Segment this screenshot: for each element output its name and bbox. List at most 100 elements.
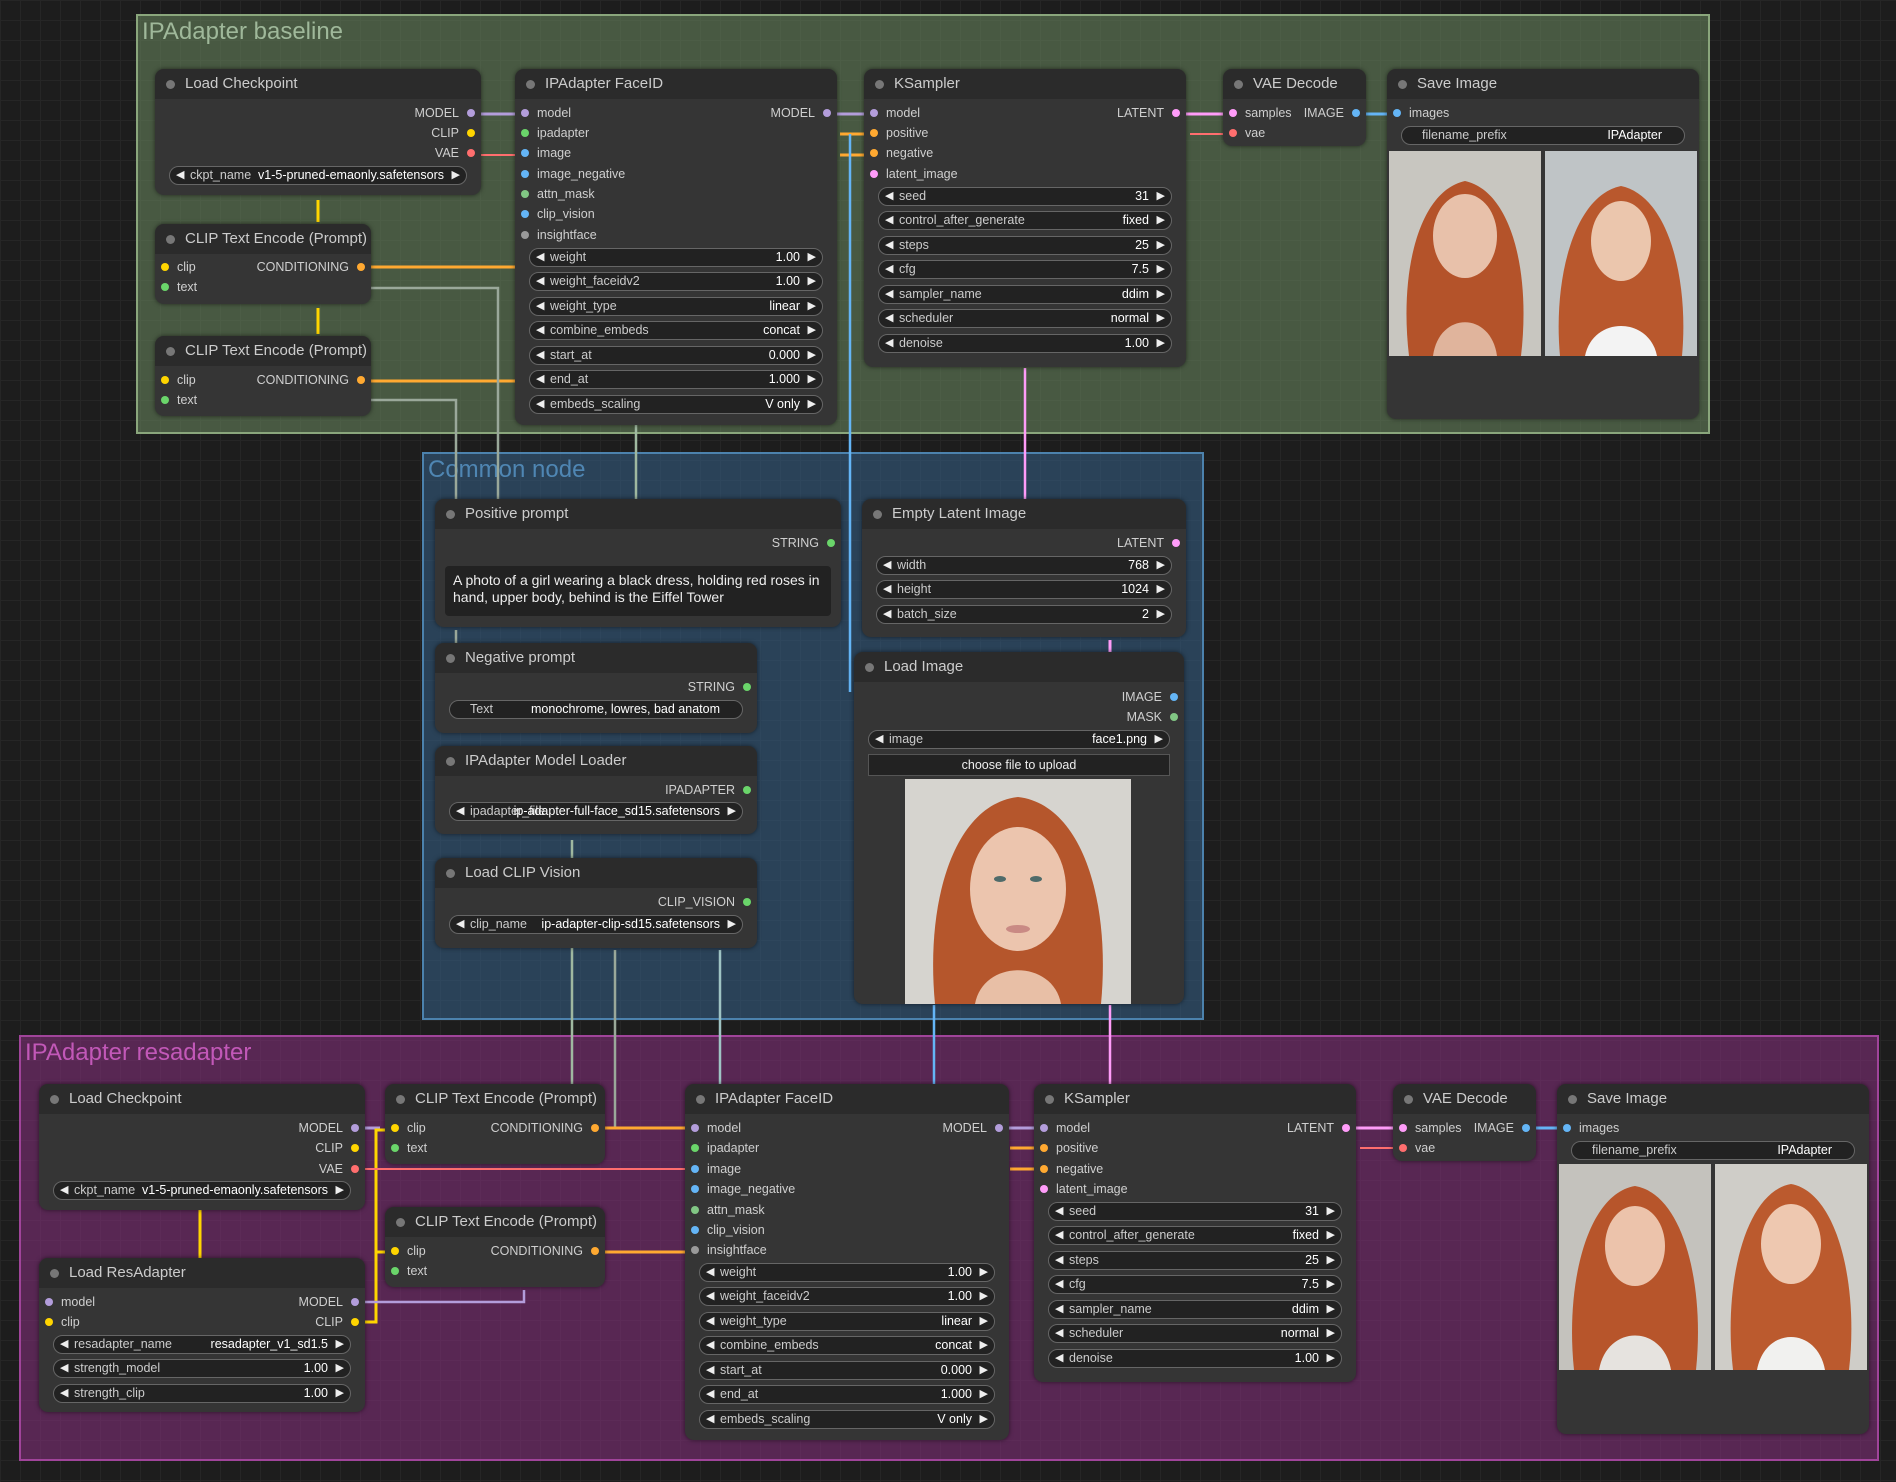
filename-prefix-widget[interactable]: filename_prefix IPAdapter [1571,1141,1855,1160]
arrow-right-icon[interactable]: ▶ [1327,1228,1335,1241]
slot-dot[interactable] [691,1124,699,1132]
arrow-right-icon[interactable]: ▶ [1327,1253,1335,1266]
arrow-left-icon[interactable]: ◀ [1055,1326,1063,1339]
arrow-right-icon[interactable]: ▶ [1327,1277,1335,1290]
input-model[interactable]: model [691,1119,741,1137]
output-ipadapter[interactable]: IPADAPTER [665,781,751,799]
input-text[interactable]: text [391,1139,427,1157]
widget-strength-clip[interactable]: ◀ strength_clip 1.00 ▶ [53,1384,351,1403]
input-negative[interactable]: negative [870,144,933,162]
input-insightface[interactable]: insightface [521,226,597,244]
slot-dot[interactable] [870,109,878,117]
input-attn-mask[interactable]: attn_mask [521,185,595,203]
arrow-right-icon[interactable]: ▶ [1327,1326,1335,1339]
arrow-left-icon[interactable]: ◀ [536,299,544,312]
widget-embeds-scaling[interactable]: ◀ embeds_scaling V only ▶ [699,1410,995,1429]
output-image[interactable]: IMAGE [1122,688,1178,706]
node-ksampler[interactable]: KSampler LATENT model positive negative … [1034,1084,1356,1382]
slot-dot[interactable] [391,1124,399,1132]
node-title[interactable]: Load Image [854,652,1184,682]
node-title[interactable]: Load Checkpoint [39,1084,365,1114]
arrow-right-icon[interactable]: ▶ [1157,607,1165,620]
slot-dot[interactable] [467,109,475,117]
slot-dot[interactable] [351,1144,359,1152]
arrow-right-icon[interactable]: ▶ [1157,336,1165,349]
node-save-image[interactable]: Save Image images filename_prefix IPAdapt… [1557,1084,1869,1434]
slot-dot[interactable] [691,1144,699,1152]
widget-batch-size[interactable]: ◀ batch_size 2 ▶ [876,605,1172,624]
output-conditioning[interactable]: CONDITIONING [257,258,365,276]
widget-embeds-scaling[interactable]: ◀ embeds_scaling V only ▶ [529,395,823,414]
input-clip-vision[interactable]: clip_vision [691,1221,765,1239]
arrow-left-icon[interactable]: ◀ [1055,1351,1063,1364]
output-model[interactable]: MODEL [299,1293,359,1311]
output-string[interactable]: STRING [772,534,835,552]
arrow-left-icon[interactable]: ◀ [60,1361,68,1374]
input-model[interactable]: model [45,1293,95,1311]
output-conditioning[interactable]: CONDITIONING [491,1242,599,1260]
slot-dot[interactable] [870,129,878,137]
output-model[interactable]: MODEL [771,104,831,122]
output-image-preview[interactable] [1715,1164,1867,1370]
node-negative-prompt[interactable]: Negative prompt STRING Text monochrome, l… [435,643,757,733]
node-title[interactable]: Load CLIP Vision [435,858,757,888]
filename-prefix-widget[interactable]: filename_prefix IPAdapter [1401,126,1685,145]
prompt-textarea[interactable]: A photo of a girl wearing a black dress,… [445,566,831,616]
arrow-right-icon[interactable]: ▶ [980,1338,988,1351]
widget-combine-embeds[interactable]: ◀ combine_embeds concat ▶ [699,1336,995,1355]
slot-dot[interactable] [1172,109,1180,117]
output-conditioning[interactable]: CONDITIONING [491,1119,599,1137]
input-positive[interactable]: positive [870,124,928,142]
node-title[interactable]: IPAdapter FaceID [685,1084,1009,1114]
input-model[interactable]: model [521,104,571,122]
arrow-left-icon[interactable]: ◀ [176,168,184,181]
output-clip[interactable]: CLIP [315,1139,359,1157]
arrow-left-icon[interactable]: ◀ [706,1265,714,1278]
output-image-preview[interactable] [1559,1164,1711,1370]
input-clip[interactable]: clip [391,1242,426,1260]
node-save-image[interactable]: Save Image images filename_prefix IPAdapt… [1387,69,1699,419]
slot-dot[interactable] [1342,1124,1350,1132]
arrow-left-icon[interactable]: ◀ [706,1314,714,1327]
widget-steps[interactable]: ◀ steps 25 ▶ [1048,1251,1342,1270]
clip-name-widget[interactable]: ◀ clip_name ip-adapter-clip-sd15.safetenso… [449,915,743,934]
arrow-right-icon[interactable]: ▶ [1157,558,1165,571]
node-title[interactable]: KSampler [1034,1084,1356,1114]
input-clip[interactable]: clip [45,1313,80,1331]
arrow-left-icon[interactable]: ◀ [60,1337,68,1350]
input-ipadapter[interactable]: ipadapter [521,124,589,142]
input-text[interactable]: text [391,1262,427,1280]
node-clip-text-encode[interactable]: CLIP Text Encode (Prompt) clip text COND… [385,1207,605,1287]
arrow-right-icon[interactable]: ▶ [1157,213,1165,226]
input-text[interactable]: text [161,278,197,296]
input-samples[interactable]: samples [1229,104,1292,122]
slot-dot[interactable] [743,683,751,691]
output-latent[interactable]: LATENT [1117,104,1180,122]
output-model[interactable]: MODEL [299,1119,359,1137]
output-clip[interactable]: CLIP [315,1313,359,1331]
arrow-right-icon[interactable]: ▶ [980,1363,988,1376]
slot-dot[interactable] [521,190,529,198]
widget-steps[interactable]: ◀ steps 25 ▶ [878,236,1172,255]
input-ipadapter[interactable]: ipadapter [691,1139,759,1157]
slot-dot[interactable] [1393,109,1401,117]
node-title[interactable]: CLIP Text Encode (Prompt) [385,1207,605,1237]
input-latent-image[interactable]: latent_image [870,165,958,183]
input-clip-vision[interactable]: clip_vision [521,205,595,223]
slot-dot[interactable] [45,1318,53,1326]
node-ipadapter-faceid[interactable]: IPAdapter FaceID MODEL model ipadapter i… [515,69,837,425]
input-clip[interactable]: clip [161,371,196,389]
arrow-right-icon[interactable]: ▶ [728,804,736,817]
slot-dot[interactable] [351,1124,359,1132]
arrow-left-icon[interactable]: ◀ [885,287,893,300]
arrow-left-icon[interactable]: ◀ [885,311,893,324]
input-image-preview[interactable] [905,779,1131,1004]
output-clip-vision[interactable]: CLIP_VISION [658,893,751,911]
ckpt-name-widget[interactable]: ◀ ckpt_name v1-5-pruned-emaonly.safetensor… [169,166,467,185]
slot-dot[interactable] [357,263,365,271]
widget-weight-type[interactable]: ◀ weight_type linear ▶ [699,1312,995,1331]
arrow-left-icon[interactable]: ◀ [1055,1302,1063,1315]
node-load-clip-vision[interactable]: Load CLIP Vision CLIP_VISION ◀ clip_name i… [435,858,757,948]
slot-dot[interactable] [1040,1124,1048,1132]
arrow-left-icon[interactable]: ◀ [706,1387,714,1400]
